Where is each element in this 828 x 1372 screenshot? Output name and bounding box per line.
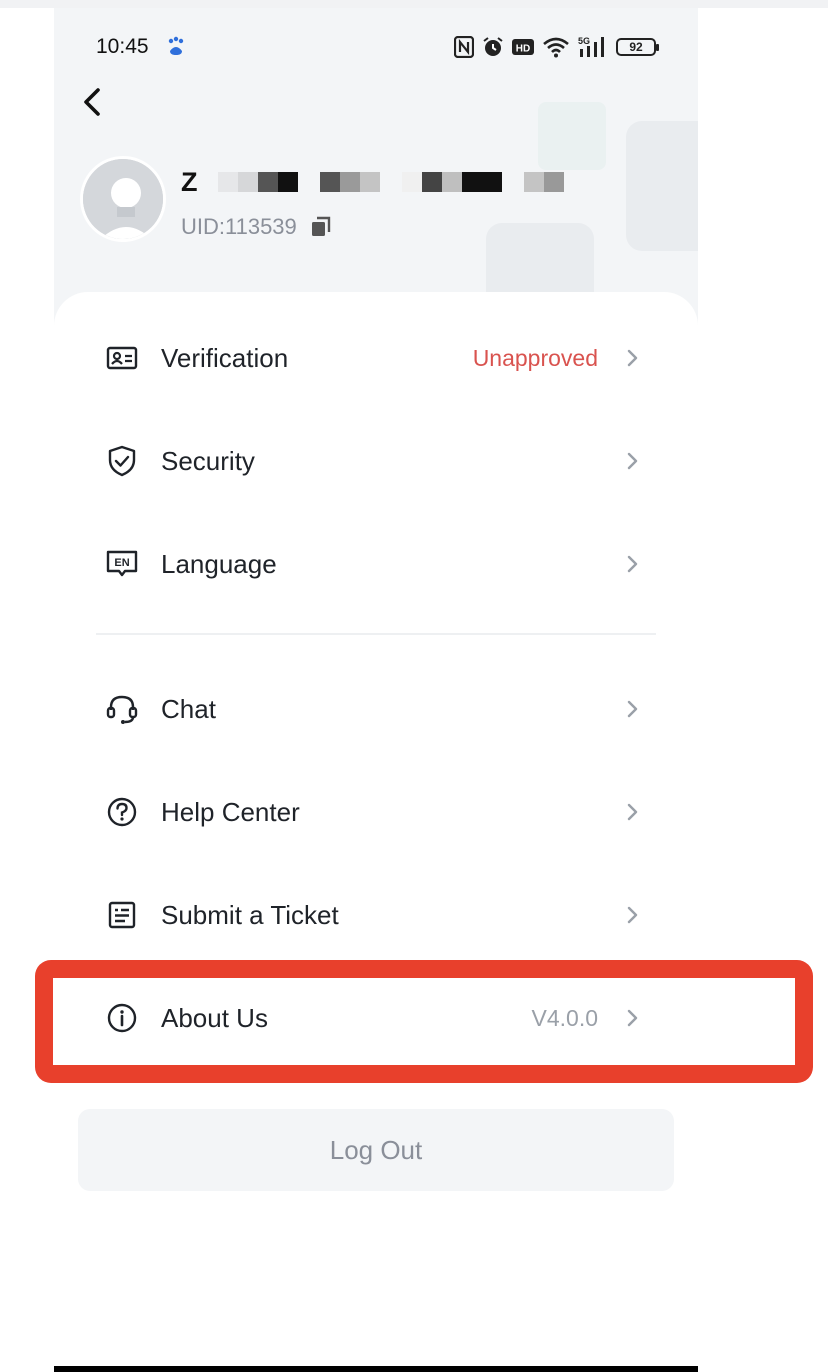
signal-5g-icon: 5G <box>578 36 604 57</box>
menu-item-security[interactable]: Security <box>54 411 698 511</box>
menu-item-help-center[interactable]: Help Center <box>54 762 698 862</box>
status-icons: HD 5G 92 <box>454 33 659 61</box>
decoration <box>626 121 698 251</box>
menu-item-language[interactable]: EN Language <box>54 514 698 614</box>
username: Z <box>181 167 564 197</box>
menu-label: About Us <box>161 1002 268 1033</box>
baidu-paw-icon <box>168 36 184 55</box>
shield-check-icon <box>106 445 138 477</box>
battery-icon: 92 <box>616 38 659 56</box>
chevron-left-icon[interactable] <box>76 82 108 122</box>
nfc-icon <box>454 36 474 58</box>
svg-text:HD: HD <box>516 44 530 55</box>
chevron-right-icon <box>627 555 638 573</box>
svg-text:EN: EN <box>114 557 129 569</box>
status-time: 10:45 <box>96 35 149 58</box>
uid-text: UID:113539 <box>181 214 297 239</box>
menu-label: Verification <box>161 342 289 373</box>
menu-label: Submit a Ticket <box>161 899 339 930</box>
language-en-icon: EN <box>106 548 138 580</box>
hd-icon: HD <box>512 39 534 55</box>
status-bar: 10:45 HD 5G 92 <box>54 30 698 64</box>
username-initial: Z <box>181 166 198 197</box>
wifi-icon <box>543 37 569 58</box>
chevron-right-icon <box>627 452 638 470</box>
menu-label: Help Center <box>161 796 300 827</box>
chevron-right-icon <box>627 1009 638 1027</box>
menu-label: Chat <box>161 693 216 724</box>
uid-row: UID:113539 <box>181 214 333 240</box>
chevron-right-icon <box>627 349 638 367</box>
menu-item-about-us[interactable]: About Us V4.0.0 <box>54 968 698 1068</box>
logout-button[interactable]: Log Out <box>78 1109 674 1191</box>
svg-text:5G: 5G <box>578 36 590 46</box>
chevron-right-icon <box>627 906 638 924</box>
chevron-right-icon <box>627 803 638 821</box>
menu-item-submit-ticket[interactable]: Submit a Ticket <box>54 865 698 965</box>
copy-icon[interactable] <box>309 215 333 239</box>
verification-status: Unapproved <box>472 344 598 371</box>
top-strip <box>0 0 828 8</box>
menu-item-chat[interactable]: Chat <box>54 659 698 759</box>
id-card-icon <box>106 342 138 374</box>
ticket-list-icon <box>106 899 138 931</box>
chevron-right-icon <box>627 700 638 718</box>
info-circle-icon <box>106 1002 138 1034</box>
section-divider <box>96 633 656 635</box>
alarm-icon <box>483 37 503 56</box>
question-circle-icon <box>106 796 138 828</box>
avatar[interactable] <box>80 156 166 242</box>
app-version: V4.0.0 <box>531 1004 599 1031</box>
menu-label: Language <box>161 548 277 579</box>
menu-label: Security <box>161 445 255 476</box>
bottom-bar <box>54 1366 698 1372</box>
redacted-name <box>217 172 564 192</box>
decoration <box>538 102 606 170</box>
headset-icon <box>106 693 138 725</box>
menu-item-verification[interactable]: Verification Unapproved <box>54 308 698 408</box>
